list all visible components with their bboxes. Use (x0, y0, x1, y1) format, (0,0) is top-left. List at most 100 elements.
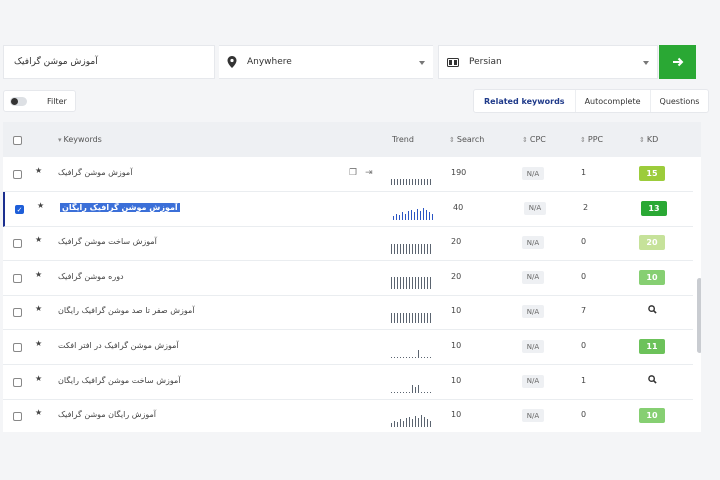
star-icon[interactable]: ★ (35, 235, 42, 244)
trend-bar (430, 179, 431, 185)
trend-bar (430, 276, 431, 289)
column-kd[interactable]: ⇕ KD (639, 135, 658, 144)
language-value: Persian (469, 57, 502, 67)
trend-bar (406, 391, 407, 393)
trend-bar (424, 276, 425, 289)
table-row[interactable]: ★ آموزش رایگان موشن گرافیک 10 N/A 0 10 (3, 399, 693, 432)
language-select[interactable]: Persian (438, 45, 658, 79)
row-checkbox[interactable] (13, 377, 22, 387)
trend-bar (412, 419, 413, 428)
keyword-cell[interactable]: آموزش ساخت موشن گرافیک (58, 237, 157, 246)
trend-bar (397, 357, 398, 358)
row-checkbox[interactable]: ✓ (15, 204, 24, 214)
keyword-input[interactable]: آموزش موشن گرافیک (3, 45, 215, 79)
location-select[interactable]: Anywhere (219, 45, 433, 79)
kd-badge: 10 (639, 269, 665, 285)
sort-icon: ⇕ (449, 136, 455, 144)
table-row[interactable]: ★ آموزش موشن گرافیک در افتر افکت 10 N/A 0 11 (3, 330, 693, 365)
table-row[interactable]: ★ آموزش صفر تا صد موشن گرافیک رایگان 10 N/A… (3, 295, 693, 331)
search-submit-button[interactable] (659, 45, 696, 79)
star-icon[interactable]: ★ (35, 304, 42, 313)
keyword-cell[interactable]: آموزش صفر تا صد موشن گرافیک رایگان (58, 306, 195, 315)
arrow-right-icon (672, 57, 683, 67)
filter-toggle[interactable] (10, 96, 27, 106)
tab-questions[interactable]: Questions (651, 90, 709, 112)
column-trend[interactable]: Trend (392, 135, 414, 144)
trend-bar (391, 357, 392, 358)
keyword-cell[interactable]: آموزش موشن گرافیک رایگان (60, 202, 180, 212)
trend-bar (406, 244, 407, 255)
trend-bar (412, 179, 413, 185)
row-checkbox[interactable] (13, 273, 22, 283)
keyword-cell[interactable]: دوره موشن گرافیک (58, 272, 124, 281)
copy-icon[interactable]: ❐ (349, 168, 357, 178)
keywords-table: ▾ Keywords Trend ⇕ Search ⇕ CPC ⇕ PPC ⇕ KD ★ آ… (3, 122, 701, 432)
tab-related-keywords[interactable]: Related keywords (474, 90, 576, 112)
table-row[interactable]: ★ آموزش ساخت موشن گرافیک 20 N/A 0 20 (3, 226, 693, 262)
trend-bar (415, 386, 416, 393)
trend-bar (430, 244, 431, 255)
trend-bar (399, 214, 400, 220)
select-all-checkbox[interactable] (13, 136, 22, 145)
trend-bar (403, 179, 404, 185)
trend-bar (427, 419, 428, 428)
table-header: ▾ Keywords Trend ⇕ Search ⇕ CPC ⇕ PPC ⇕ KD (3, 122, 701, 157)
trend-bar (424, 357, 425, 358)
column-keywords[interactable]: ▾ Keywords (58, 135, 102, 144)
ppc-cell: 0 (581, 237, 587, 247)
trend-bar (418, 276, 419, 289)
trend-bar (400, 244, 401, 255)
star-icon[interactable]: ★ (37, 201, 44, 210)
trend-bar (391, 313, 392, 324)
table-row[interactable]: ✓ ★ آموزش موشن گرافیک رایگان 40 N/A 2 13 (3, 191, 693, 227)
trend-bar (406, 276, 407, 289)
keyword-cell[interactable]: آموزش ساخت موشن گرافیک رایگان (58, 376, 180, 385)
trend-bar (394, 313, 395, 324)
trend-bar (403, 313, 404, 324)
tab-autocomplete[interactable]: Autocomplete (576, 90, 651, 112)
scrollbar[interactable] (697, 278, 701, 353)
row-checkbox[interactable] (13, 170, 22, 179)
table-row[interactable]: ★ آموزش ساخت موشن گرافیک رایگان 10 N/A 1 (3, 365, 693, 400)
share-icon[interactable]: ⇥ (365, 168, 373, 178)
column-search[interactable]: ⇕ Search (449, 135, 484, 144)
search-icon[interactable] (648, 374, 657, 384)
trend-sparkline (391, 242, 431, 255)
star-icon[interactable]: ★ (35, 408, 42, 417)
trend-bar (427, 244, 428, 255)
trend-bar (421, 357, 422, 358)
chevron-down-icon (419, 61, 425, 65)
row-checkbox[interactable] (13, 343, 22, 352)
filter-button[interactable]: Filter (3, 90, 76, 112)
trend-bar (417, 208, 418, 220)
trend-bar (424, 244, 425, 255)
trend-bar (400, 179, 401, 185)
keyword-cell[interactable]: آموزش رایگان موشن گرافیک (58, 410, 156, 419)
search-volume-cell: 20 (451, 237, 462, 247)
star-icon[interactable]: ★ (35, 339, 42, 348)
column-cpc[interactable]: ⇕ CPC (522, 135, 546, 144)
keyword-cell[interactable]: آموزش موشن گرافیک در افتر افکت (58, 341, 179, 350)
star-icon[interactable]: ★ (35, 374, 42, 383)
sort-icon: ⇕ (580, 136, 586, 144)
row-checkbox[interactable] (13, 239, 22, 249)
trend-bar (429, 211, 430, 220)
keyword-cell[interactable]: آموزش موشن گرافیک (58, 168, 132, 177)
star-icon[interactable]: ★ (35, 270, 42, 279)
table-row[interactable]: ★ دوره موشن گرافیک 20 N/A 0 10 (3, 261, 693, 296)
star-icon[interactable]: ★ (35, 166, 42, 175)
column-ppc[interactable]: ⇕ PPC (580, 135, 603, 144)
location-pin-icon (227, 56, 237, 68)
trend-bar (418, 350, 419, 358)
trend-bar (400, 391, 401, 393)
trend-bar (411, 209, 412, 220)
row-checkbox[interactable] (13, 412, 22, 422)
trend-sparkline (391, 276, 431, 289)
search-volume-cell: 190 (451, 168, 467, 177)
cpc-badge: N/A (522, 305, 544, 319)
search-icon[interactable] (648, 305, 657, 315)
row-checkbox[interactable] (13, 308, 22, 318)
cpc-badge: N/A (522, 409, 544, 423)
trend-bar (400, 276, 401, 289)
table-row[interactable]: ★ آموزش موشن گرافیک ❐ ⇥ 190 N/A 1 15 (3, 157, 693, 192)
